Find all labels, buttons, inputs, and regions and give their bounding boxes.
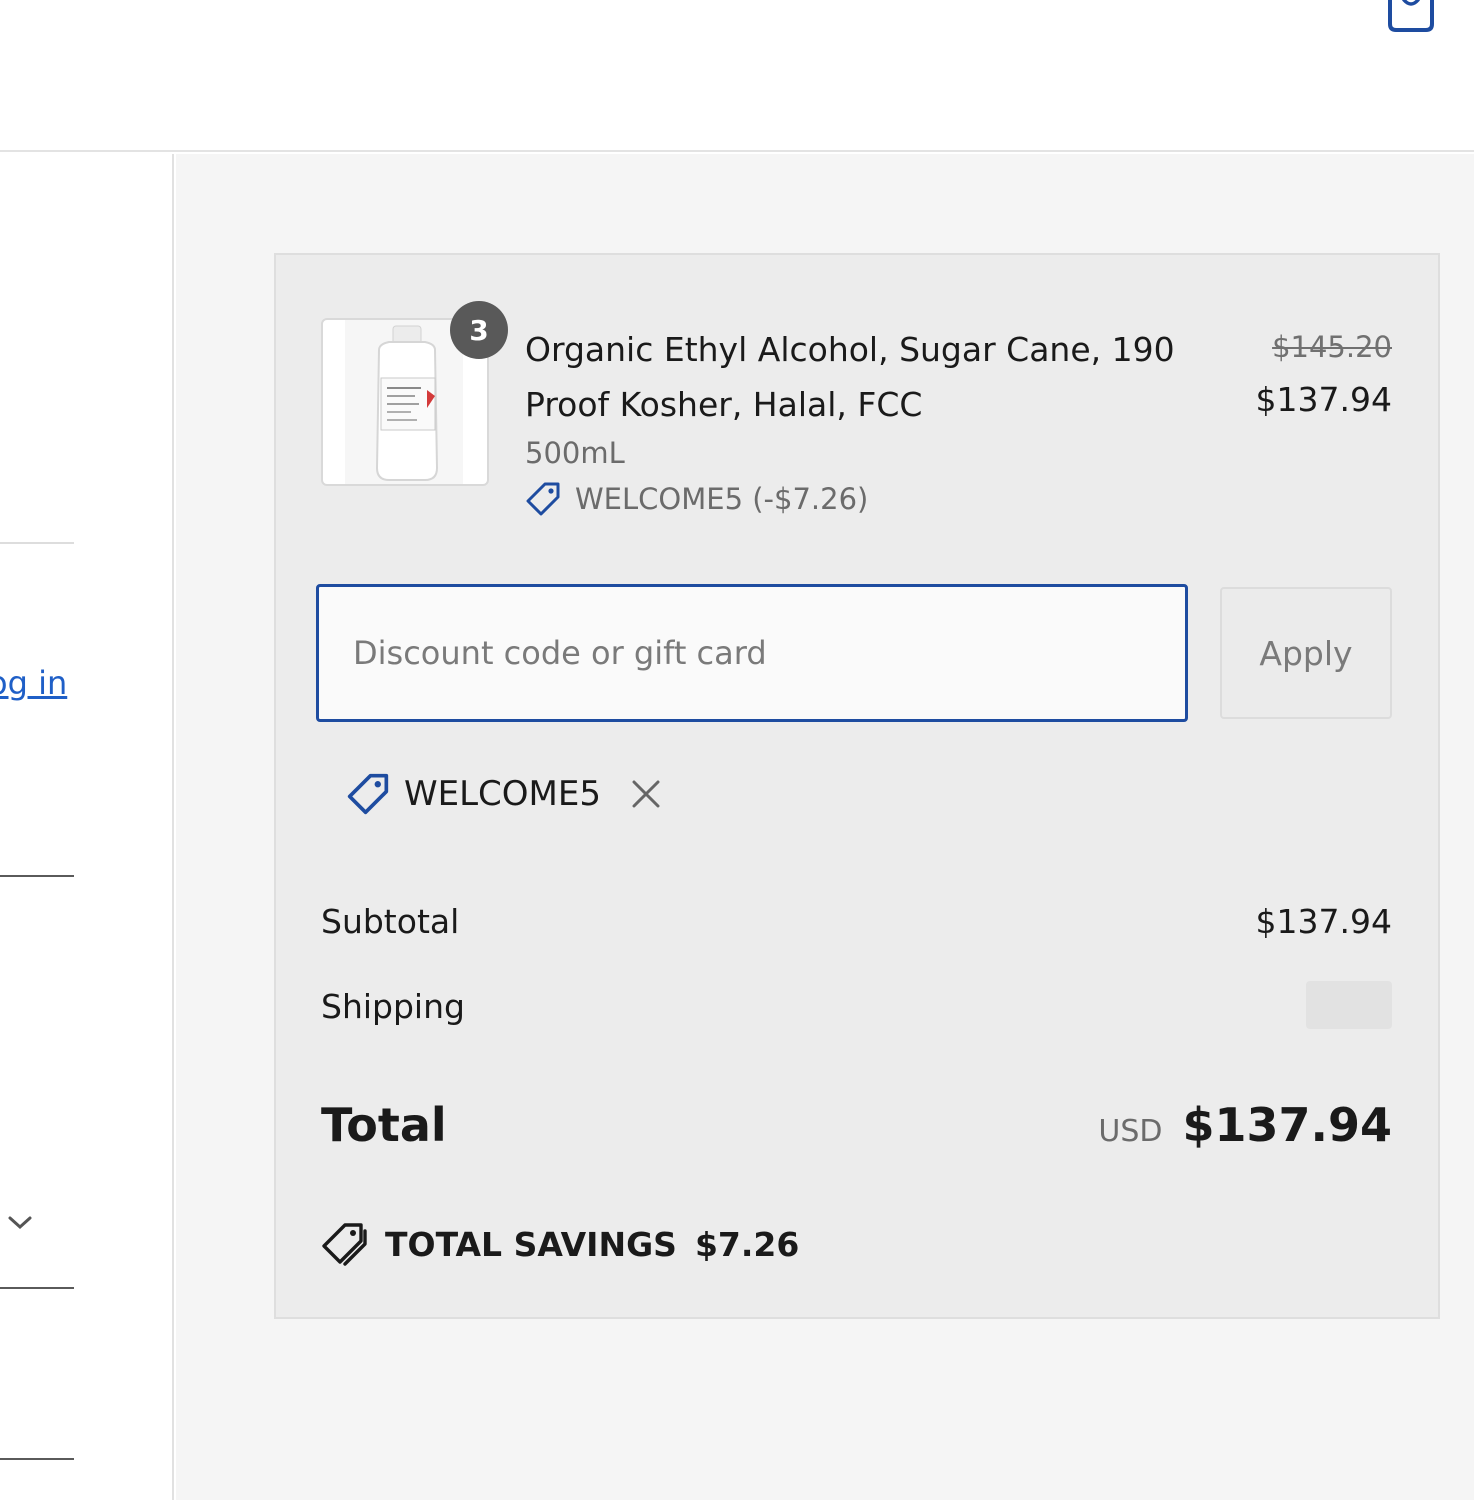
field-underline <box>0 1458 74 1460</box>
currency-code: USD <box>1098 1114 1163 1149</box>
product-title: Organic Ethyl Alcohol, Sugar Cane, 190 P… <box>525 330 1175 424</box>
discounted-price: $137.94 <box>1255 380 1392 419</box>
shipping-value-placeholder <box>1306 981 1392 1029</box>
subtotal-value: $137.94 <box>1255 902 1392 941</box>
tags-icon <box>322 1223 367 1266</box>
total-amount: USD $137.94 <box>1098 1098 1392 1152</box>
apply-discount-button[interactable]: Apply <box>1220 587 1392 719</box>
divider <box>0 542 74 544</box>
applied-discount-tag: WELCOME5 <box>346 772 663 816</box>
total-value: $137.94 <box>1182 1098 1392 1152</box>
original-price: $145.20 <box>1272 330 1392 364</box>
field-underline <box>0 875 74 877</box>
checkout-header <box>0 0 1474 152</box>
quantity-badge: 3 <box>450 301 508 359</box>
line-item-discount: WELCOME5 (-$7.26) <box>525 481 868 517</box>
product-variant: 500mL <box>525 436 625 470</box>
line-item-discount-text: WELCOME5 (-$7.26) <box>575 482 869 516</box>
discount-code-input[interactable] <box>316 584 1188 722</box>
total-savings-value: $7.26 <box>694 1224 800 1264</box>
shipping-label: Shipping <box>321 987 465 1026</box>
total-savings-label: TOTAL SAVINGS <box>385 1224 677 1264</box>
login-link[interactable]: og in <box>0 664 67 702</box>
shopping-bag-icon[interactable] <box>1384 0 1438 34</box>
chevron-down-icon[interactable] <box>6 1214 34 1232</box>
field-underline <box>0 1287 74 1289</box>
applied-discount-code: WELCOME5 <box>404 774 601 814</box>
total-savings: TOTAL SAVINGS $7.26 <box>321 1222 799 1266</box>
checkout-form-pane <box>0 154 174 1500</box>
subtotal-label: Subtotal <box>321 902 460 941</box>
tag-icon <box>526 482 560 516</box>
total-label: Total <box>321 1098 447 1152</box>
close-icon[interactable] <box>629 777 663 811</box>
tag-icon <box>347 773 389 815</box>
